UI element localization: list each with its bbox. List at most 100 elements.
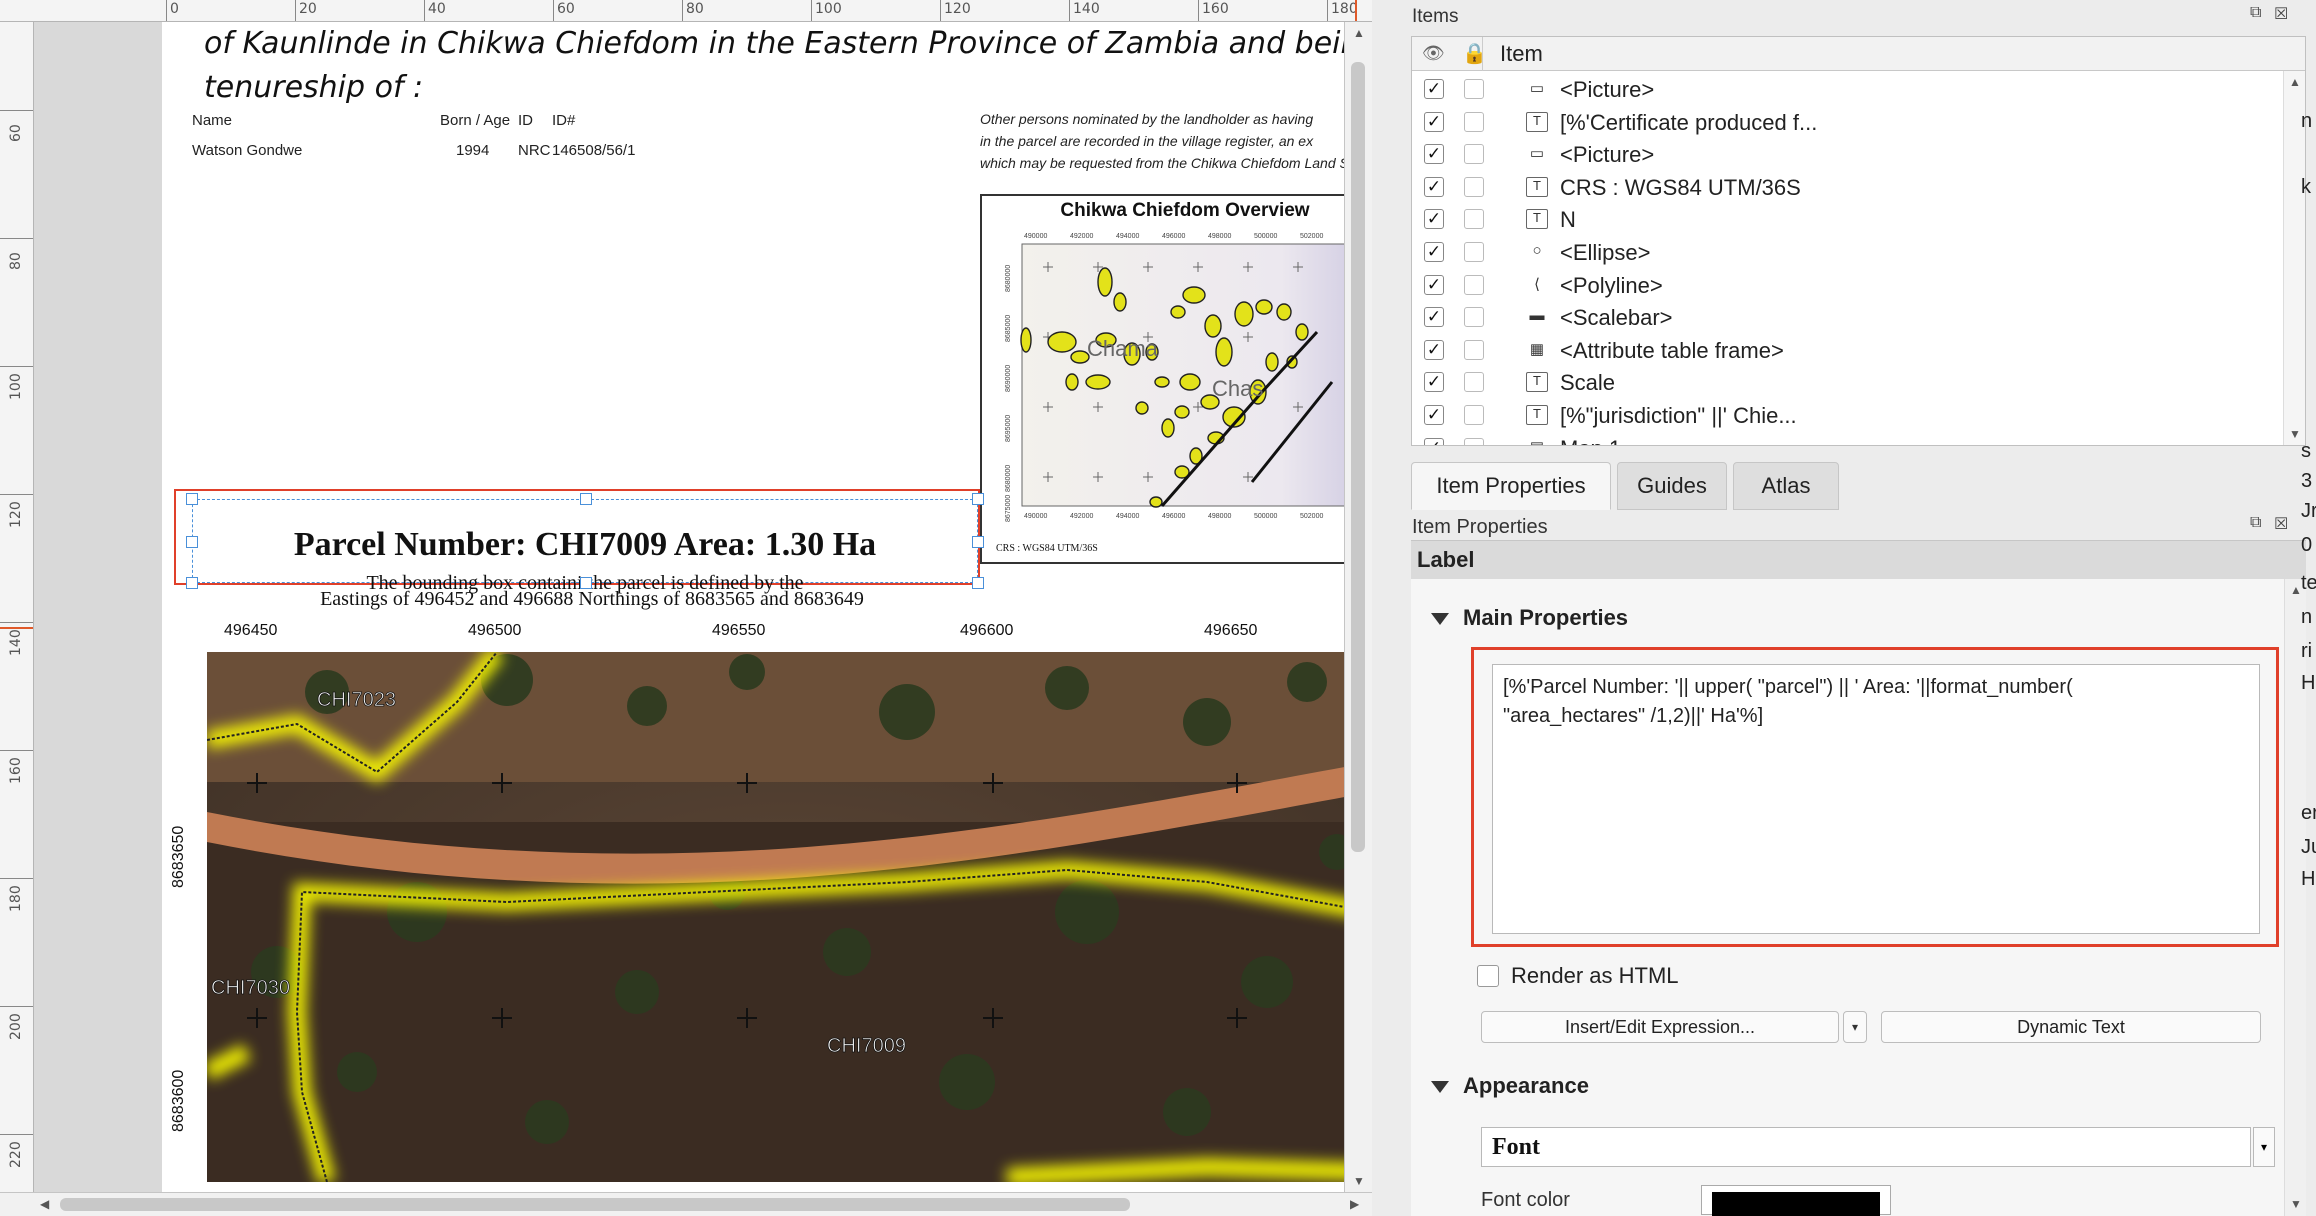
items-list-row[interactable]: ✓ ▭ <Picture> [1412,138,2272,171]
collapse-triangle-icon[interactable] [1431,613,1449,626]
visibility-checkbox[interactable]: ✓ [1424,111,1444,132]
scroll-up-arrow-icon[interactable]: ▲ [2289,75,2301,89]
lock-checkbox[interactable] [1464,79,1484,99]
items-list-row[interactable]: ✓ ▦ <Attribute table frame> [1412,334,2272,367]
item-label: <Scalebar> [1560,305,1673,331]
items-list-row[interactable]: ✓ ▬ <Scalebar> [1412,301,2272,334]
items-panel[interactable]: 👁 🔒 Item ✓ ▭ <Picture> ✓ T [%'Certificat… [1411,36,2306,446]
items-list-row[interactable]: ✓ ▤ Map 1 [1412,432,2272,445]
items-list-row[interactable]: ✓ ○ <Ellipse> [1412,236,2272,269]
lock-checkbox[interactable] [1464,242,1484,262]
appearance-label: Appearance [1463,1073,1589,1098]
note-line: Other persons nominated by the landholde… [980,111,1314,127]
tab-guides[interactable]: Guides [1617,462,1727,510]
items-list-row[interactable]: ✓ T N [1412,203,2272,236]
scroll-down-arrow-icon[interactable]: ▼ [1353,1174,1365,1188]
lock-checkbox[interactable] [1464,307,1484,328]
certificate-title-text[interactable]: of Kaunlinde in Chikwa Chiefdom in the E… [204,22,1372,110]
map-x-tick: 496550 [712,622,766,639]
items-list-row[interactable]: ✓ T [%'Certificate produced f... [1412,106,2272,139]
resize-handle[interactable] [972,536,984,548]
ruler-label: 180 [8,885,24,912]
text-icon: T [1526,405,1548,425]
lock-icon[interactable]: 🔒 [1462,41,1487,66]
item-type-heading: Label [1411,541,2306,579]
collapse-triangle-icon[interactable] [1431,1081,1449,1094]
scroll-left-arrow-icon[interactable]: ◀ [40,1197,49,1211]
lock-checkbox[interactable] [1464,339,1484,360]
tab-item-properties[interactable]: Item Properties [1411,462,1611,510]
props-panel-close-icon[interactable]: ☒ [2274,514,2288,534]
visibility-checkbox[interactable]: ✓ [1424,209,1444,230]
text-icon: T [1526,209,1548,230]
parcel-map[interactable]: CHI7023 CHI7030 CHI7009 [207,652,1372,1182]
item-column-header[interactable]: Item [1500,41,1543,67]
items-list-row[interactable]: ✓ T CRS : WGS84 UTM/36S [1412,171,2272,204]
visibility-checkbox[interactable]: ✓ [1424,176,1444,197]
eye-icon[interactable]: 👁 [1422,43,1445,64]
label-text-editor[interactable]: [%'Parcel Number: '|| upper( "parcel") |… [1492,664,2260,934]
overview-map-frame[interactable]: Chikwa Chiefdom Overview 490000 492000 4… [980,194,1372,564]
lock-checkbox[interactable] [1464,209,1484,230]
horizontal-ruler[interactable]: 0 20 40 60 80 100 120 140 160 180 [0,0,1372,22]
lock-checkbox[interactable] [1464,437,1484,445]
resize-handle[interactable] [580,493,592,505]
layout-page[interactable]: of Kaunlinde in Chikwa Chiefdom in the E… [162,22,1372,1192]
insert-edit-expression-button[interactable]: Insert/Edit Expression... [1481,1011,1839,1043]
font-color-button[interactable] [1701,1185,1891,1216]
scroll-up-arrow-icon[interactable]: ▲ [1353,26,1365,40]
props-panel-float-icon[interactable]: ⧉ [2250,514,2261,532]
expression-line: "area_hectares" /1,2)||' Ha'%] [1503,705,1764,727]
items-panel-title: Items [1412,6,1459,27]
canvas-vertical-scrollbar[interactable]: ▲ ▼ [1344,22,1372,1192]
lock-checkbox[interactable] [1464,372,1484,393]
parcel-label-item[interactable]: Parcel Number: CHI7009 Area: 1.30 Ha The… [186,493,984,594]
overview-place-label: Chas [1212,376,1263,401]
visibility-checkbox[interactable]: ✓ [1424,307,1444,328]
visibility-checkbox[interactable]: ✓ [1424,144,1444,165]
items-panel-close-icon[interactable]: ☒ [2274,4,2288,24]
ruler-label: 100 [8,373,24,400]
visibility-checkbox[interactable]: ✓ [1424,274,1444,295]
vertical-ruler[interactable]: 60 80 100 120 140 160 180 200 220 [0,22,34,1192]
visibility-checkbox[interactable]: ✓ [1424,437,1444,445]
items-header: 👁 🔒 Item [1412,37,2305,71]
items-panel-float-icon[interactable]: ⧉ [2250,4,2261,22]
scrollbar-thumb[interactable] [60,1198,1130,1211]
appearance-section[interactable]: Appearance [1431,1073,1589,1099]
resize-handle[interactable] [186,536,198,548]
resize-handle[interactable] [972,493,984,505]
dynamic-text-button[interactable]: Dynamic Text [1881,1011,2261,1043]
main-properties-section[interactable]: Main Properties [1431,605,1628,631]
edge-glyph: 3 [2301,470,2313,492]
items-list-row[interactable]: ✓ T [%"jurisdiction" ||' Chie... [1412,399,2272,432]
visibility-checkbox[interactable]: ✓ [1424,405,1444,425]
visibility-checkbox[interactable]: ✓ [1424,79,1444,99]
visibility-checkbox[interactable]: ✓ [1424,339,1444,360]
overview-x-tick: 494000 [1116,513,1139,520]
insert-expression-dropdown[interactable]: ▾ [1843,1011,1867,1043]
lock-checkbox[interactable] [1464,274,1484,295]
resize-handle[interactable] [186,493,198,505]
overview-x-tick: 490000 [1024,233,1047,240]
overview-y-tick: 8680000 [1005,265,1012,292]
lock-checkbox[interactable] [1464,176,1484,197]
other-persons-note[interactable]: Other persons nominated by the landholde… [980,108,1372,174]
font-dropdown-arrow-icon[interactable]: ▾ [2253,1127,2275,1167]
lock-checkbox[interactable] [1464,144,1484,165]
visibility-checkbox[interactable]: ✓ [1424,242,1444,262]
scrollbar-thumb[interactable] [1351,62,1365,852]
render-html-box[interactable] [1477,965,1499,987]
visibility-checkbox[interactable]: ✓ [1424,372,1444,393]
lock-checkbox[interactable] [1464,405,1484,425]
items-list-row[interactable]: ✓ ▭ <Picture> [1412,73,2272,106]
lock-checkbox[interactable] [1464,111,1484,132]
scroll-right-arrow-icon[interactable]: ▶ [1350,1197,1359,1211]
items-list-row[interactable]: ✓ T Scale [1412,366,2272,399]
scroll-down-arrow-icon[interactable]: ▼ [2289,427,2301,441]
canvas-horizontal-scrollbar[interactable]: ◀ ▶ [0,1192,1372,1216]
tab-atlas[interactable]: Atlas [1733,462,1839,510]
items-list-row[interactable]: ✓ ⟨ <Polyline> [1412,269,2272,302]
layout-canvas[interactable]: of Kaunlinde in Chikwa Chiefdom in the E… [0,0,1372,1216]
font-button[interactable]: Font [1481,1127,2251,1167]
